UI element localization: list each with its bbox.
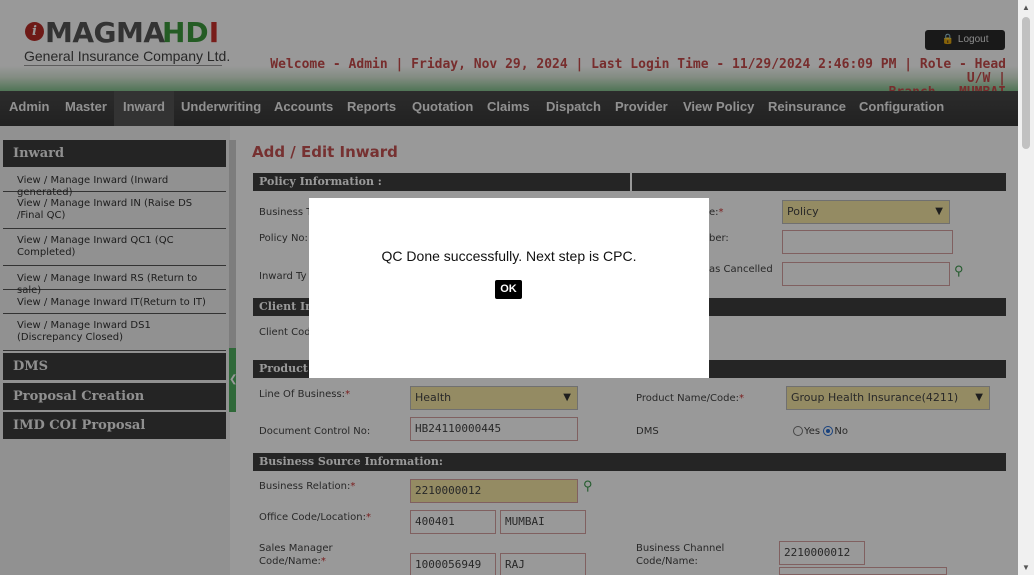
alert-message: QC Done successfully. Next step is CPC. [381,248,637,264]
page-scrollbar[interactable]: ▲ ▼ [1018,0,1034,575]
alert-dialog: QC Done successfully. Next step is CPC. … [309,198,709,378]
scroll-down-arrow-icon[interactable]: ▼ [1022,563,1030,572]
scroll-up-arrow-icon[interactable]: ▲ [1022,3,1030,12]
ok-button[interactable]: OK [495,280,522,299]
scroll-thumb[interactable] [1022,17,1030,149]
